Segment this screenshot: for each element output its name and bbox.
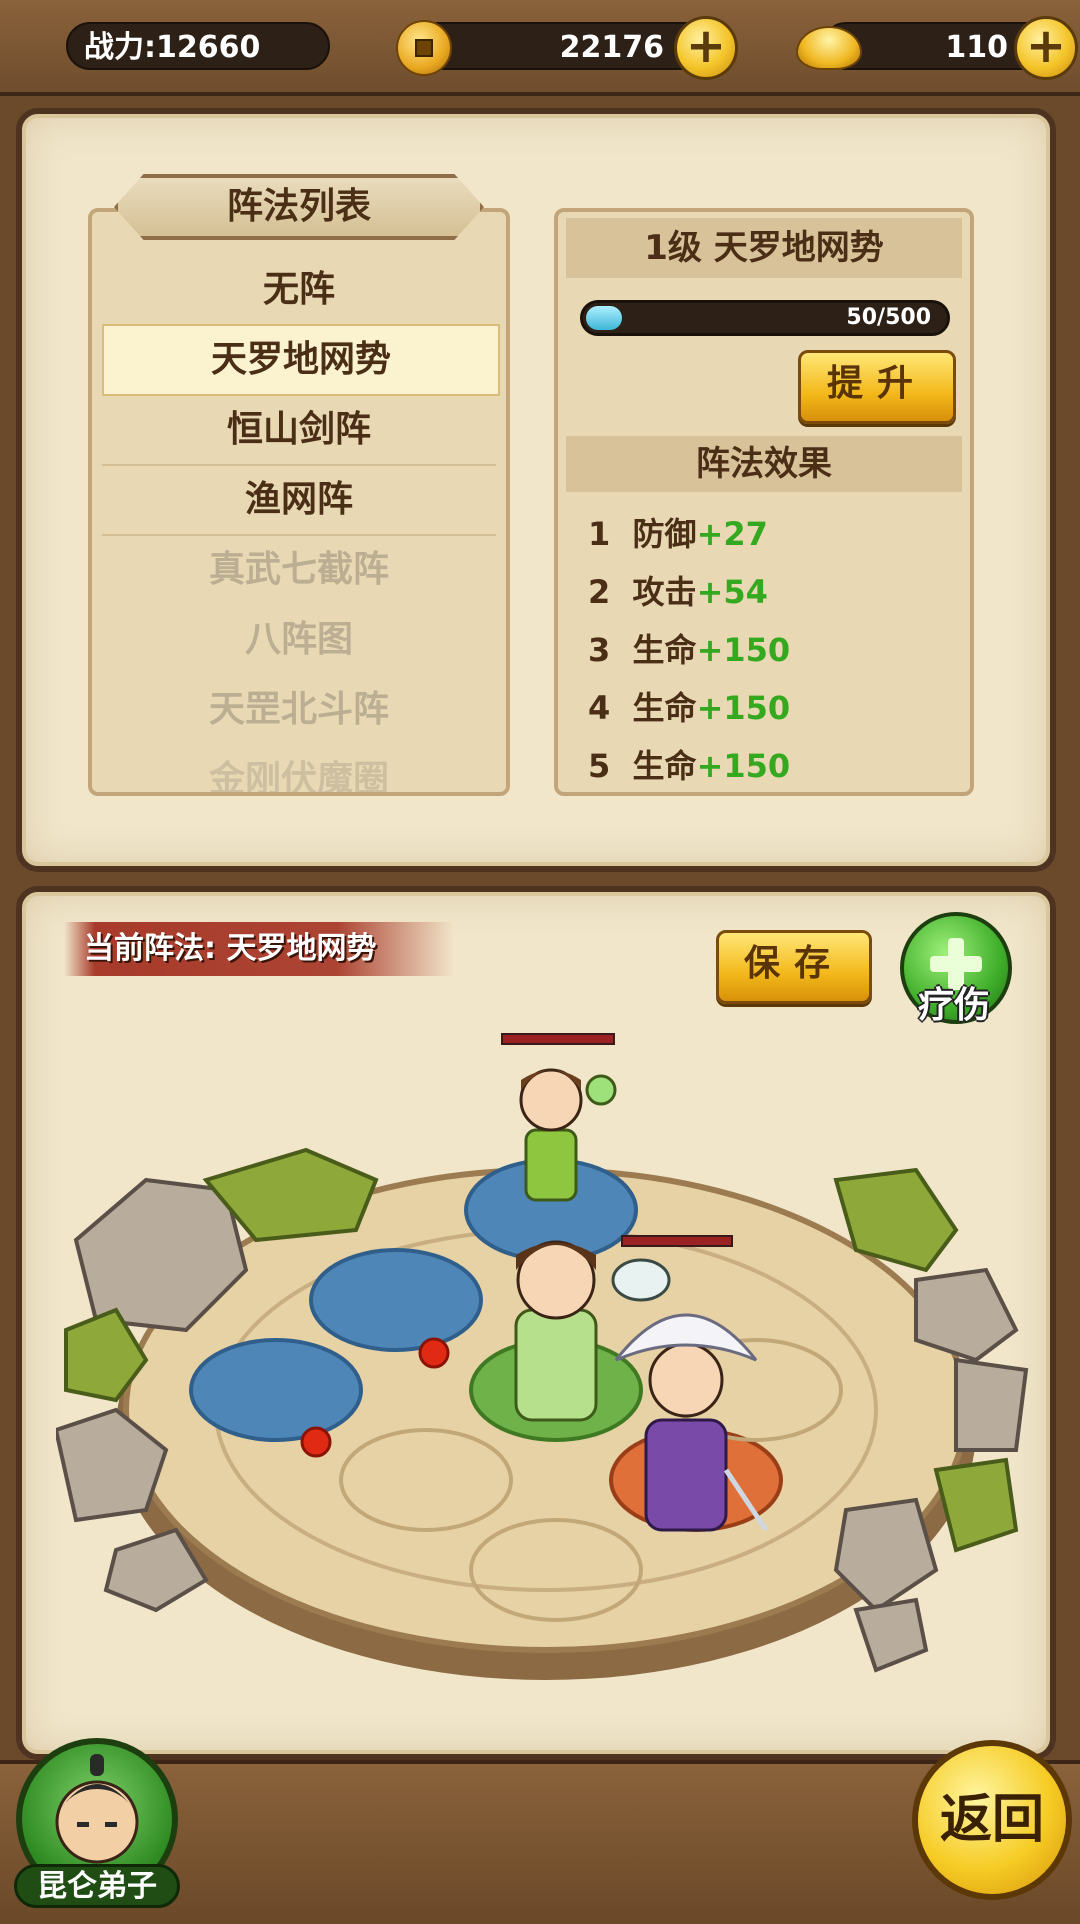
- coin-icon: [396, 20, 452, 76]
- upgrade-button[interactable]: 提升: [798, 350, 956, 424]
- slot-marker-dot: [300, 1426, 332, 1458]
- current-formation-label: 当前阵法: 天罗地网势: [64, 922, 454, 976]
- formation-exp-bar: 50/500: [580, 300, 950, 336]
- effect-index: 3: [588, 631, 611, 669]
- add-gold-button[interactable]: +: [1014, 16, 1078, 80]
- formation-arena: [56, 1033, 1029, 1680]
- formation-item-locked[interactable]: 真武七截阵: [102, 536, 496, 604]
- combat-power: 战力:12660: [66, 22, 330, 70]
- effect-stat: 生命: [632, 631, 697, 669]
- formation-item[interactable]: 恒山剑阵: [102, 396, 496, 466]
- rock-right: [954, 1357, 1029, 1452]
- gold-ingot-icon: [796, 26, 862, 70]
- effect-index: 2: [588, 573, 611, 611]
- save-button[interactable]: 保存: [716, 930, 872, 1004]
- formation-list-title: 阵法列表: [114, 174, 484, 240]
- effect-bonus: +54: [696, 573, 768, 611]
- effect-stat: 生命: [632, 747, 697, 785]
- formation-item-locked[interactable]: 天罡北斗阵: [102, 676, 496, 744]
- effect-index: 5: [588, 747, 611, 785]
- formation-slot-blue[interactable]: [309, 1248, 483, 1352]
- formation-level-title: 1级 天罗地网势: [566, 218, 962, 278]
- effect-row: 4 生命+150: [588, 680, 790, 736]
- effect-bonus: +150: [696, 631, 791, 669]
- formation-item[interactable]: 渔网阵: [102, 466, 496, 536]
- effect-bonus: +150: [696, 747, 791, 785]
- moss-bush: [933, 1457, 1019, 1553]
- effect-stat: 防御: [632, 515, 697, 553]
- effect-index: 1: [588, 515, 611, 553]
- formation-item-none[interactable]: 无阵: [102, 256, 496, 326]
- slot-marker-dot: [418, 1337, 450, 1369]
- return-button[interactable]: 返回: [912, 1740, 1072, 1900]
- coin-count: 22176: [414, 22, 710, 70]
- effect-row: 1 防御+27: [588, 506, 768, 562]
- heal-label: 疗伤: [917, 985, 990, 1026]
- exp-bar-fill: [586, 306, 622, 330]
- rock-right: [914, 1267, 1019, 1363]
- effect-stat: 攻击: [632, 573, 697, 611]
- rock: [853, 1597, 929, 1673]
- effects-title: 阵法效果: [566, 436, 962, 492]
- effect-row: 2 攻击+54: [588, 564, 768, 620]
- formation-slot-blue[interactable]: [189, 1338, 363, 1442]
- formation-item-locked[interactable]: 八阵图: [102, 606, 496, 674]
- formation-detail: 1级 天罗地网势 50/500 提升 阵法效果 1 防御+27 2 攻击+54 …: [554, 208, 974, 796]
- player-name: 昆仑弟子: [14, 1864, 180, 1908]
- effect-bonus: +27: [696, 515, 768, 553]
- effect-row: 5 生命+150: [588, 738, 790, 794]
- formation-item-selected[interactable]: 天罗地网势: [102, 324, 500, 396]
- add-coins-button[interactable]: +: [674, 16, 738, 80]
- effect-index: 4: [588, 689, 611, 727]
- effect-bonus: +150: [696, 689, 791, 727]
- effect-stat: 生命: [632, 689, 697, 727]
- effect-row: 3 生命+150: [588, 622, 790, 678]
- formation-list: 无阵 天罗地网势 恒山剑阵 渔网阵 真武七截阵 八阵图 天罡北斗阵 金刚伏魔圈: [88, 208, 510, 796]
- exp-text: 50/500: [846, 305, 931, 330]
- formation-item-locked[interactable]: 金刚伏魔圈: [102, 746, 496, 792]
